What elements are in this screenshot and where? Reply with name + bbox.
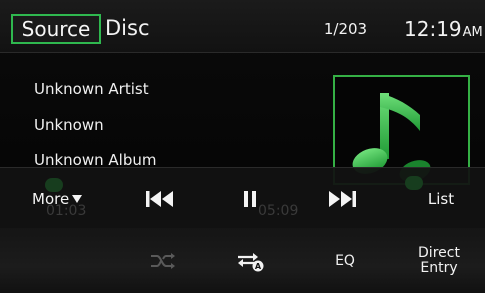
skip-previous-icon [146,190,173,207]
artist-name: Unknown Artist [34,80,149,98]
direct-entry-button[interactable]: Direct Entry [408,228,470,293]
eq-button[interactable]: EQ [320,228,370,293]
triangle-down-icon [72,194,83,203]
media-player-screen: Source Disc 1/203 12:19AM Unknown Artist… [0,0,485,293]
function-bar: A EQ Direct Entry [0,228,485,293]
playback-controls: 01:03 05:09 More List [0,167,485,229]
more-label: More [32,189,70,208]
top-bar: Source Disc 1/203 12:19AM [0,0,485,52]
direct-entry-label-line1: Direct [418,244,460,261]
pause-icon [244,190,256,207]
direct-entry-label-line2: Entry [420,259,458,276]
previous-button[interactable] [135,168,185,229]
repeat-badge: A [255,262,262,271]
list-button[interactable]: List [415,168,467,229]
top-bar-divider [0,52,485,53]
next-button[interactable] [317,168,367,229]
skip-next-icon [329,190,356,207]
track-title: Unknown [34,116,104,134]
repeat-button[interactable]: A [228,228,272,293]
shuffle-icon [151,252,175,269]
clock-ampm: AM [462,25,483,40]
pause-button[interactable] [232,168,268,229]
source-name: Disc [105,16,150,40]
clock: 12:19AM [404,17,483,45]
repeat-all-icon: A [238,252,264,271]
track-counter: 1/203 [323,20,368,38]
source-button[interactable]: Source [11,14,101,44]
shuffle-button[interactable] [138,228,188,293]
clock-time: 12:19 [404,17,462,41]
more-button[interactable]: More [20,168,90,229]
